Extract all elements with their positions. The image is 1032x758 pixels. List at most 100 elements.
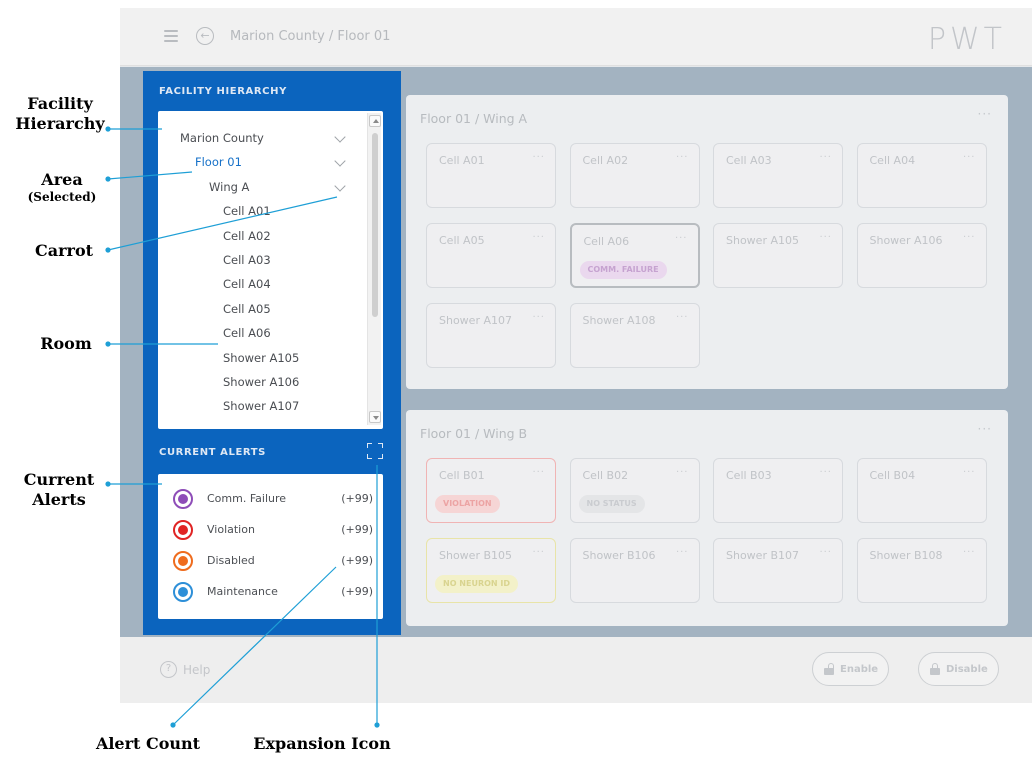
more-options-icon[interactable]: ··· [963,467,976,478]
annotation-area-sub: (Selected) [27,190,97,204]
more-options-icon[interactable]: ··· [978,107,992,121]
cell-card[interactable]: Shower B108 ··· [856,538,987,603]
more-options-icon[interactable]: ··· [819,152,832,163]
cell-card[interactable]: Shower A106 ··· [856,223,987,288]
annotation-facility-hierarchy: Facility Hierarchy [15,94,105,133]
more-options-icon[interactable]: ··· [532,152,545,163]
tree-item[interactable]: Shower A107 [223,399,299,413]
cell-card[interactable]: Cell B01 ··· VIOLATION [426,458,556,523]
cell-name: Shower A106 [869,234,943,247]
annotation-room: Room [40,334,92,353]
tree-scrollbar[interactable] [367,113,381,425]
cell-name: Cell A02 [582,154,629,167]
more-options-icon[interactable]: ··· [676,467,689,478]
more-options-icon[interactable]: ··· [532,547,545,558]
cell-card[interactable]: Shower A108 ··· [569,303,700,368]
cell-name: Cell A05 [439,234,485,247]
scroll-down-arrow-icon[interactable] [369,411,381,423]
tree-item[interactable]: Cell A02 [223,229,271,243]
more-options-icon[interactable]: ··· [532,467,545,478]
cell-card[interactable]: Cell A05 ··· [426,223,556,288]
warning-icon [173,489,193,509]
enable-button[interactable]: Enable [812,652,890,686]
tree-item[interactable]: Cell A05 [223,302,271,316]
cell-card[interactable]: Shower A107 ··· [426,303,556,368]
more-options-icon[interactable]: ··· [676,152,689,163]
cell-name: Cell B01 [439,469,485,482]
alert-count: (+99) [341,585,373,598]
alert-row[interactable]: Maintenance (+99) [173,582,373,602]
alert-label: Violation [207,523,255,536]
more-options-icon[interactable]: ··· [676,547,689,558]
alert-label: Disabled [207,554,255,567]
breadcrumb[interactable]: Marion County / Floor 01 [230,29,390,44]
cell-name: Cell B03 [726,469,772,482]
status-badge: NO STATUS [578,495,645,513]
more-options-icon[interactable]: ··· [978,422,992,436]
cell-name: Shower A107 [439,314,512,327]
cell-name: Shower B108 [869,549,943,562]
cell-card[interactable]: Cell B03 ··· [713,458,843,523]
chevron-down-icon[interactable] [334,131,346,143]
cell-name: Shower A108 [582,314,656,327]
back-arrow-icon[interactable]: ← [196,27,214,45]
expand-icon[interactable] [367,443,383,459]
cell-card[interactable]: Cell A03 ··· [713,143,843,208]
more-options-icon[interactable]: ··· [819,232,832,243]
cell-name: Cell A01 [439,154,485,167]
cell-name: Cell A03 [726,154,772,167]
more-options-icon[interactable]: ··· [963,152,976,163]
cell-card[interactable]: Cell A04 ··· [856,143,987,208]
cell-card[interactable]: Cell B04 ··· [856,458,987,523]
cell-card[interactable]: Cell B02 ··· NO STATUS [569,458,700,523]
cell-name: Shower B105 [439,549,513,562]
tree-item[interactable]: Shower A106 [223,375,299,389]
alert-row[interactable]: Violation (+99) [173,520,373,540]
tree-item[interactable]: Cell A06 [223,326,271,340]
scroll-up-arrow-icon[interactable] [369,115,381,127]
tree-item[interactable]: Wing A [209,180,249,194]
alert-row[interactable]: Disabled (+99) [173,551,373,571]
more-options-icon[interactable]: ··· [819,547,832,558]
annotation-expansion-icon: Expansion Icon [253,734,391,753]
cell-card[interactable]: Shower B106 ··· [569,538,700,603]
cell-name: Cell B02 [582,469,629,482]
cell-name: Shower A105 [726,234,799,247]
pwt-logo: PWT [927,22,1006,57]
cell-card[interactable]: Cell A01 ··· [426,143,556,208]
help-link[interactable]: ? Help [160,661,210,678]
cell-card[interactable]: Shower B105 ··· NO NEURON ID [426,538,556,603]
more-options-icon[interactable]: ··· [532,312,545,323]
chevron-down-icon[interactable] [334,155,346,168]
cell-card[interactable]: Shower B107 ··· [713,538,843,603]
tree-item[interactable]: Floor 01 [195,155,242,169]
cell-card[interactable]: Shower A105 ··· [713,223,843,288]
chevron-down-icon[interactable] [334,180,346,192]
annotation-carrot: Carrot [34,241,94,260]
tree-item[interactable]: Cell A01 [223,204,271,218]
more-options-icon[interactable]: ··· [676,312,689,323]
side-panel: FACILITY HIERARCHY Marion County Floor 01… [143,71,401,635]
alert-count: (+99) [341,523,373,536]
disable-button[interactable]: Disable [918,652,999,686]
status-badge: VIOLATION [435,495,500,513]
tree-item[interactable]: Cell A03 [223,253,271,267]
more-options-icon[interactable]: ··· [675,233,688,244]
cell-card[interactable]: Cell A02 ··· [569,143,700,208]
alert-count: (+99) [341,492,373,505]
tree-item[interactable]: Marion County [180,131,264,145]
more-options-icon[interactable]: ··· [963,547,976,558]
cell-card[interactable]: Cell A06 ··· COMM. FAILURE [569,223,700,288]
tree-item[interactable]: Shower A105 [223,351,299,365]
help-icon: ? [160,661,177,678]
scroll-thumb[interactable] [372,133,378,317]
tree-item[interactable]: Cell A04 [223,277,271,291]
hamburger-menu-icon[interactable] [164,30,178,42]
facility-hierarchy-title: FACILITY HIERARCHY [159,86,287,97]
facility-hierarchy-tree: Marion County Floor 01 Wing A Cell A01 Cell … [158,111,383,429]
more-options-icon[interactable]: ··· [532,232,545,243]
more-options-icon[interactable]: ··· [963,232,976,243]
alert-row[interactable]: Comm. Failure (+99) [173,489,373,509]
wrench-icon [173,582,193,602]
more-options-icon[interactable]: ··· [819,467,832,478]
